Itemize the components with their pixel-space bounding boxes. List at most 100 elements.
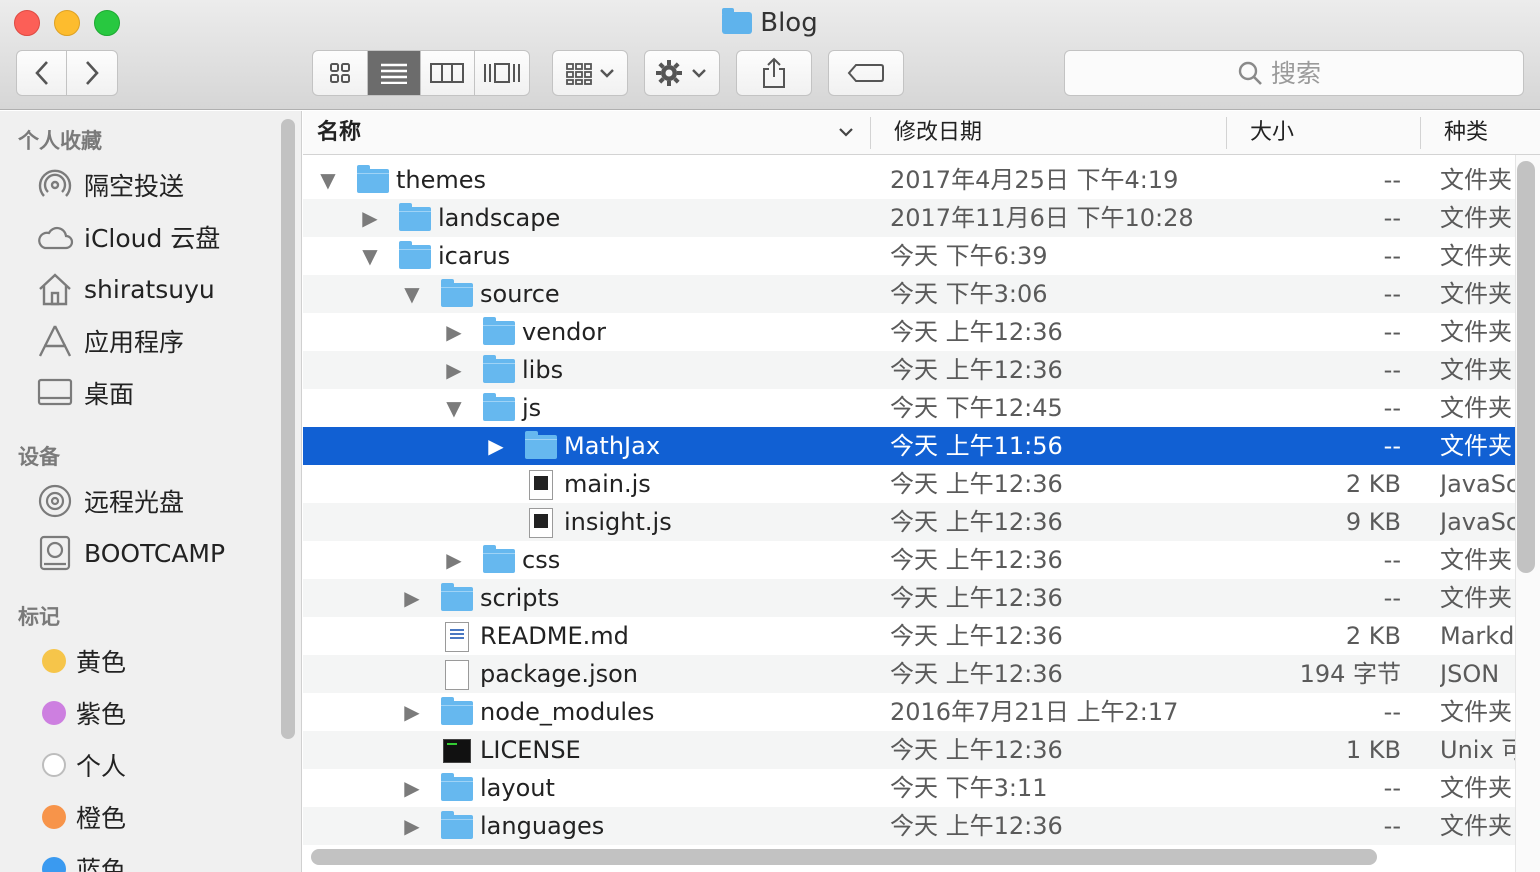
arrange-icon — [566, 63, 614, 85]
file-size: -- — [1383, 166, 1401, 194]
file-modified-date: 今天 下午3:11 — [890, 774, 1048, 802]
disclosure-closed-icon[interactable]: ▶ — [443, 351, 465, 389]
folder-icon — [441, 773, 473, 801]
disclosure-closed-icon[interactable]: ▶ — [401, 769, 423, 807]
column-header-name[interactable]: 名称 — [317, 111, 857, 155]
disclosure-closed-icon[interactable]: ▶ — [401, 693, 423, 731]
file-row[interactable]: ▶ scripts 今天 上午12:36 -- 文件夹 — [303, 579, 1515, 617]
file-row[interactable]: ▶ libs 今天 上午12:36 -- 文件夹 — [303, 351, 1515, 389]
folder-icon — [441, 697, 473, 725]
edit-tags-button[interactable] — [828, 50, 904, 96]
column-header-date[interactable]: 修改日期 — [894, 111, 982, 155]
file-row[interactable]: ▼ icarus 今天 下午6:39 -- 文件夹 — [303, 237, 1515, 275]
file-row[interactable]: ▶ MathJax 今天 上午11:56 -- 文件夹 — [303, 427, 1515, 465]
sidebar-item-desktop[interactable]: 桌面 — [36, 371, 134, 415]
sidebar-item-home[interactable]: shiratsuyu — [36, 267, 215, 311]
file-row[interactable]: LICENSE 今天 上午12:36 1 KB Unix 可执行文件 — [303, 731, 1515, 769]
back-button[interactable] — [17, 51, 67, 95]
disclosure-closed-icon[interactable]: ▶ — [443, 313, 465, 351]
folder-icon — [483, 317, 515, 345]
list-view-icon — [380, 63, 407, 84]
sidebar-tag-purple[interactable]: 紫色 — [36, 691, 126, 735]
disclosure-closed-icon[interactable]: ▶ — [443, 541, 465, 579]
sidebar-tag-blue[interactable]: 蓝色 — [36, 847, 126, 872]
gallery-view-button[interactable] — [475, 51, 529, 95]
file-size: -- — [1383, 242, 1401, 270]
sidebar-tag-personal[interactable]: 个人 — [36, 743, 126, 787]
share-button[interactable] — [736, 50, 812, 96]
forward-button[interactable] — [67, 51, 117, 95]
vertical-scrollbar[interactable] — [1517, 161, 1535, 573]
javascript-file-icon — [529, 508, 553, 538]
sidebar-item-label: 黄色 — [76, 648, 127, 677]
file-kind: JavaScript — [1440, 508, 1515, 536]
file-row[interactable]: ▼ source 今天 下午3:06 -- 文件夹 — [303, 275, 1515, 313]
column-header-size[interactable]: 大小 — [1250, 111, 1294, 155]
folder-icon — [722, 8, 753, 34]
sidebar-item-applications[interactable]: 应用程序 — [36, 319, 184, 363]
file-row[interactable]: ▶ css 今天 上午12:36 -- 文件夹 — [303, 541, 1515, 579]
file-kind: 文件夹 — [1440, 166, 1512, 194]
sidebar-item-bootcamp[interactable]: BOOTCAMP — [36, 531, 225, 575]
disclosure-open-icon[interactable]: ▼ — [317, 161, 339, 199]
file-size: 2 KB — [1345, 470, 1401, 498]
arrange-button[interactable] — [552, 50, 628, 96]
file-row[interactable]: ▶ node_modules 2016年7月21日 上午2:17 -- 文件夹 — [303, 693, 1515, 731]
file-row[interactable]: ▼ js 今天 下午12:45 -- 文件夹 — [303, 389, 1515, 427]
disclosure-closed-icon[interactable]: ▶ — [401, 579, 423, 617]
file-row[interactable]: ▶ vendor 今天 上午12:36 -- 文件夹 — [303, 313, 1515, 351]
file-row[interactable]: ▶ layout 今天 下午3:11 -- 文件夹 — [303, 769, 1515, 807]
sidebar-tag-orange[interactable]: 橙色 — [36, 795, 126, 839]
file-row[interactable]: insight.js 今天 上午12:36 9 KB JavaScript — [303, 503, 1515, 541]
file-modified-date: 今天 上午12:36 — [890, 356, 1063, 384]
sidebar-item-airdrop[interactable]: 隔空投送 — [36, 163, 184, 207]
folder-icon — [399, 203, 431, 231]
sidebar-heading-tags: 标记 — [18, 605, 60, 629]
sidebar-heading-devices: 设备 — [18, 445, 60, 469]
javascript-file-icon — [529, 470, 553, 500]
file-row[interactable]: ▶ landscape 2017年11月6日 下午10:28 -- 文件夹 — [303, 199, 1515, 237]
search-input[interactable] — [1271, 58, 1351, 88]
file-kind: 文件夹 — [1440, 584, 1512, 612]
file-name: icarus — [438, 242, 511, 270]
file-name: main.js — [564, 470, 651, 498]
disclosure-closed-icon[interactable]: ▶ — [485, 427, 507, 465]
file-kind: JSON — [1440, 660, 1500, 688]
disclosure-open-icon[interactable]: ▼ — [443, 389, 465, 427]
disclosure-open-icon[interactable]: ▼ — [359, 237, 381, 275]
sidebar-item-remote-disc[interactable]: 远程光盘 — [36, 479, 184, 523]
column-view-button[interactable] — [421, 51, 475, 95]
sidebar-item-label: 紫色 — [76, 700, 127, 729]
file-row[interactable]: main.js 今天 上午12:36 2 KB JavaScript — [303, 465, 1515, 503]
file-row[interactable]: ▼ themes 2017年4月25日 下午4:19 -- 文件夹 — [303, 161, 1515, 199]
file-name: README.md — [480, 622, 629, 650]
horizontal-scrollbar[interactable] — [311, 849, 1377, 865]
tag-dot-icon — [42, 701, 66, 725]
file-name: package.json — [480, 660, 639, 688]
sidebar: 个人收藏 隔空投送 iCloud 云盘 shiratsuyu 应用程序 桌面 设… — [0, 111, 302, 872]
file-modified-date: 今天 上午12:36 — [890, 546, 1063, 574]
desktop-icon — [36, 374, 74, 412]
icon-view-button[interactable] — [313, 51, 368, 95]
column-header-kind[interactable]: 种类 — [1444, 111, 1488, 155]
disclosure-open-icon[interactable]: ▼ — [401, 275, 423, 313]
list-view-button[interactable] — [367, 51, 421, 95]
action-menu-button[interactable] — [644, 50, 720, 96]
disclosure-closed-icon[interactable]: ▶ — [359, 199, 381, 237]
tag-dot-icon — [42, 649, 66, 673]
file-kind: Markdown — [1440, 622, 1515, 650]
search-field[interactable] — [1064, 50, 1524, 96]
file-name: MathJax — [564, 432, 661, 460]
file-row[interactable]: README.md 今天 上午12:36 2 KB Markdown — [303, 617, 1515, 655]
column-header-label: 名称 — [317, 120, 362, 145]
file-row[interactable]: ▶ languages 今天 上午12:36 -- 文件夹 — [303, 807, 1515, 845]
file-row[interactable]: package.json 今天 上午12:36 194 字节 JSON — [303, 655, 1515, 693]
home-icon — [36, 270, 74, 308]
file-name: js — [522, 394, 542, 422]
disclosure-closed-icon[interactable]: ▶ — [401, 807, 423, 845]
folder-icon — [441, 583, 473, 611]
sidebar-scrollbar[interactable] — [281, 119, 295, 739]
sidebar-item-icloud[interactable]: iCloud 云盘 — [36, 215, 220, 259]
sidebar-tag-yellow[interactable]: 黄色 — [36, 639, 126, 683]
sidebar-item-label: iCloud 云盘 — [84, 224, 221, 253]
